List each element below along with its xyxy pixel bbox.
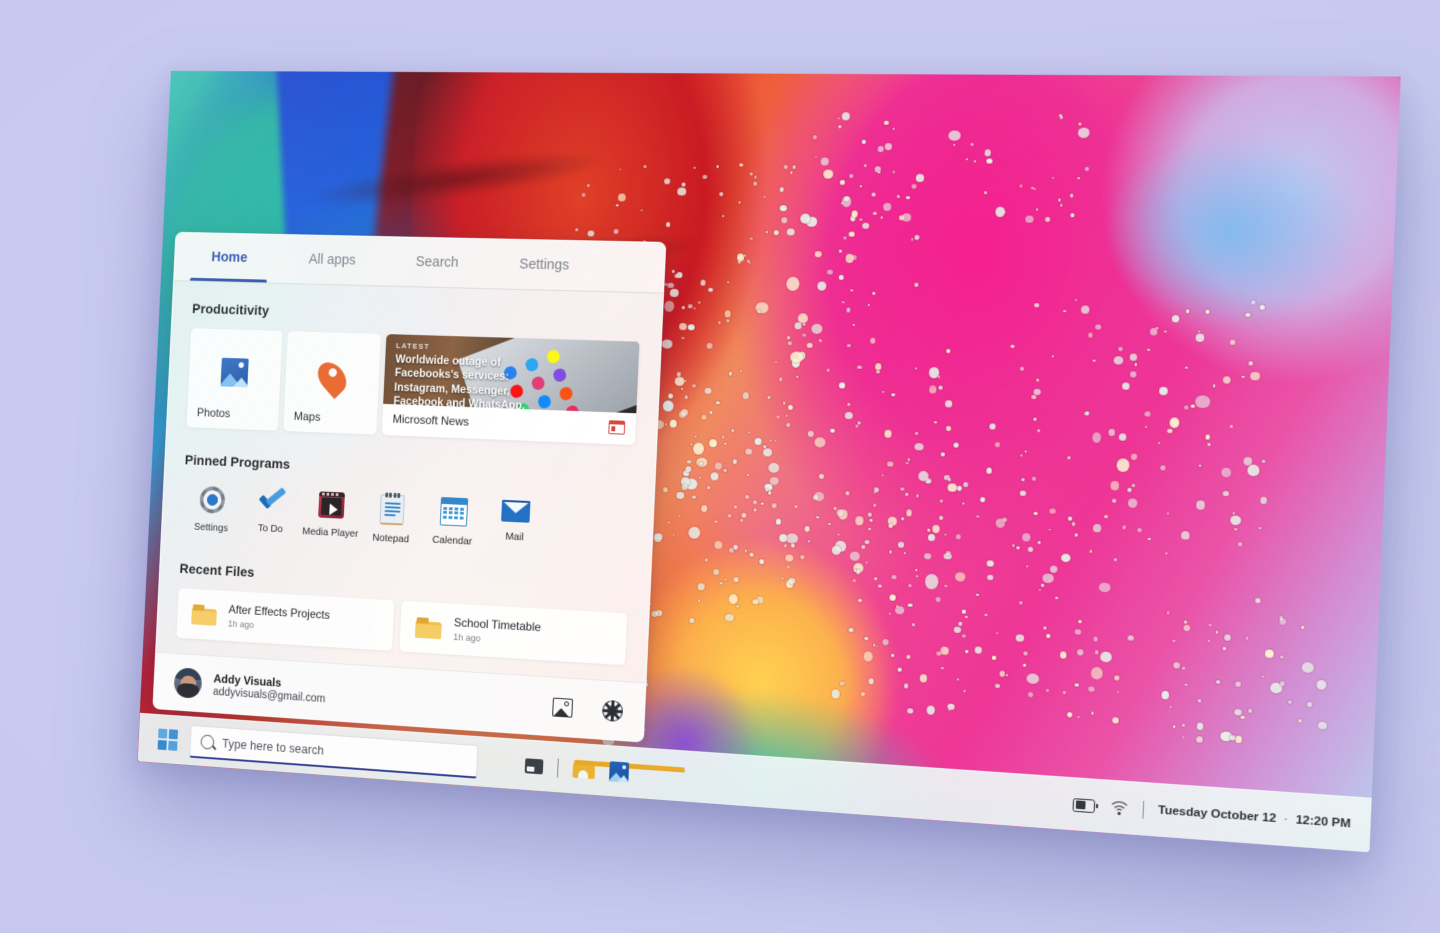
tab-all-apps[interactable]: All apps bbox=[279, 235, 385, 286]
start-button[interactable] bbox=[157, 728, 179, 751]
tab-settings-label: Settings bbox=[518, 256, 570, 274]
tile-maps[interactable]: Maps bbox=[283, 331, 381, 435]
mail-icon bbox=[501, 499, 531, 523]
user-avatar[interactable] bbox=[173, 666, 203, 699]
gear-icon[interactable] bbox=[602, 699, 624, 722]
pinned-todo-label: To Do bbox=[257, 522, 284, 536]
news-thumbnail: LATEST Worldwide outage of Facebooks's s… bbox=[383, 334, 640, 414]
pinned-calendar-label: Calendar bbox=[431, 533, 473, 548]
pinned-notepad-label: Notepad bbox=[372, 531, 410, 546]
picture-icon[interactable] bbox=[552, 697, 574, 718]
system-tray: Tuesday October 12 · 12:20 PM bbox=[1072, 795, 1371, 834]
calendar-icon bbox=[439, 496, 468, 527]
msn-news-icon bbox=[608, 419, 626, 435]
tab-settings[interactable]: Settings bbox=[489, 239, 599, 291]
search-icon bbox=[200, 734, 215, 750]
monitor-screen: Home All apps Search Settings Producitiv… bbox=[137, 70, 1401, 853]
recent-file-after-effects[interactable]: After Effects Projects 1h ago bbox=[176, 588, 395, 651]
monitor-stage: Home All apps Search Settings Producitiv… bbox=[0, 0, 1440, 933]
tile-photos-label: Photos bbox=[196, 405, 231, 421]
photos-icon[interactable] bbox=[608, 761, 630, 783]
tab-home-label: Home bbox=[211, 249, 248, 266]
tab-all-apps-label: All apps bbox=[308, 251, 357, 269]
search-input[interactable]: Type here to search bbox=[189, 724, 479, 779]
photos-icon bbox=[220, 357, 249, 388]
folder-icon bbox=[414, 616, 442, 640]
tile-maps-label: Maps bbox=[293, 409, 321, 424]
taskbar-divider bbox=[557, 758, 559, 778]
tile-photos[interactable]: Photos bbox=[186, 328, 283, 431]
pinned-settings-label: Settings bbox=[193, 521, 229, 535]
tile-microsoft-news[interactable]: LATEST Worldwide outage of Facebooks's s… bbox=[381, 334, 640, 446]
tab-search-label: Search bbox=[415, 254, 459, 271]
media-player-icon bbox=[318, 491, 345, 519]
pinned-mail-label: Mail bbox=[505, 530, 524, 544]
clock-separator: · bbox=[1283, 813, 1289, 827]
news-source-label: Microsoft News bbox=[392, 411, 470, 429]
start-menu[interactable]: Home All apps Search Settings Producitiv… bbox=[152, 231, 667, 743]
tab-home[interactable]: Home bbox=[178, 233, 282, 283]
task-view-icon[interactable] bbox=[524, 757, 544, 774]
pinned-mail[interactable]: Mail bbox=[483, 493, 548, 556]
battery-icon[interactable] bbox=[1072, 797, 1096, 813]
tray-divider bbox=[1142, 800, 1145, 819]
check-icon bbox=[258, 487, 287, 515]
productivity-row: Photos Maps LATEST Worldwide outage of F… bbox=[186, 328, 640, 446]
file-explorer-icon[interactable] bbox=[572, 759, 685, 780]
pinned-calendar[interactable]: Calendar bbox=[421, 490, 486, 553]
news-headline: Worldwide outage of Facebooks's services… bbox=[393, 353, 526, 413]
clock-date: Tuesday October 12 bbox=[1157, 804, 1277, 826]
map-pin-icon bbox=[312, 356, 352, 400]
gear-icon bbox=[199, 485, 226, 514]
account-info[interactable]: Addy Visuals addyvisuals@gmail.com bbox=[213, 671, 327, 704]
folder-icon bbox=[191, 603, 217, 626]
pinned-todo[interactable]: To Do bbox=[240, 482, 302, 544]
recent-file-school-timetable[interactable]: School Timetable 1h ago bbox=[399, 600, 628, 666]
pinned-programs-row: Settings To Do Media Player Notepad Cale… bbox=[181, 479, 632, 560]
news-badge: LATEST bbox=[395, 341, 431, 351]
search-placeholder: Type here to search bbox=[221, 736, 325, 758]
recent-files-row: After Effects Projects 1h ago School Tim… bbox=[176, 588, 628, 666]
pinned-notepad[interactable]: Notepad bbox=[360, 488, 424, 550]
section-title-productivity: Producitivity bbox=[191, 300, 270, 319]
tab-search[interactable]: Search bbox=[383, 237, 491, 288]
notepad-icon bbox=[379, 492, 405, 526]
wifi-icon[interactable] bbox=[1107, 800, 1131, 825]
pinned-media-player[interactable]: Media Player bbox=[300, 485, 363, 547]
clock[interactable]: Tuesday October 12 · 12:20 PM bbox=[1158, 804, 1351, 830]
pinned-media-player-label: Media Player bbox=[302, 525, 359, 540]
clock-time: 12:20 PM bbox=[1295, 813, 1351, 831]
pinned-settings[interactable]: Settings bbox=[181, 479, 243, 540]
